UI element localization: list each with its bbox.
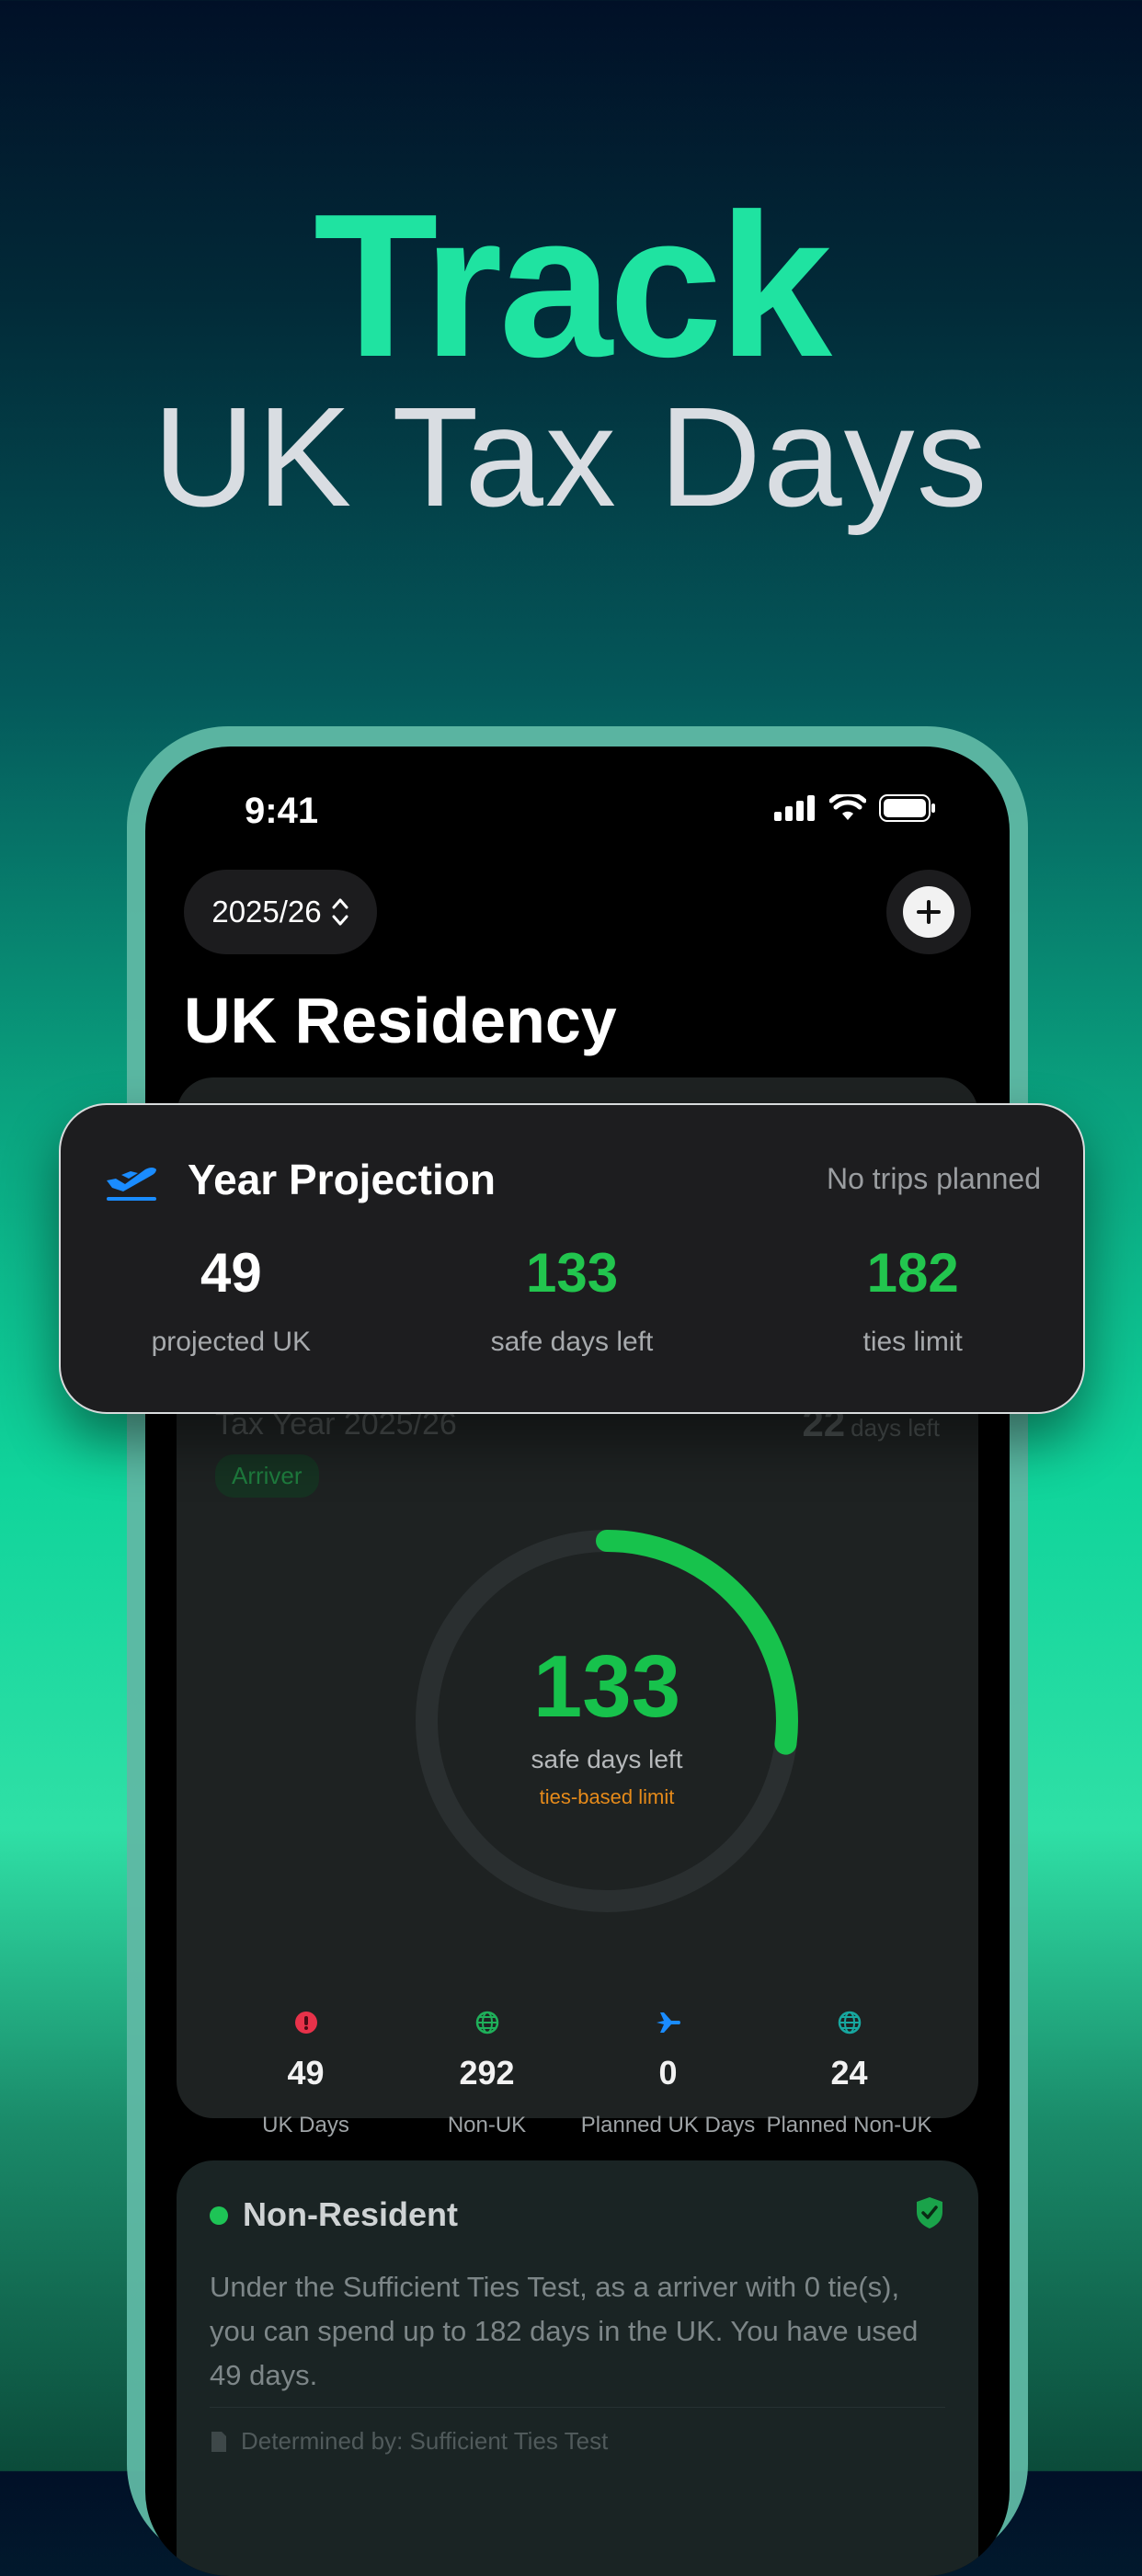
projection-stats: 49 projected UK 133 safe days left 182 t… xyxy=(61,1241,1083,1358)
stat-uk-days: 49 UK Days xyxy=(215,2006,396,2138)
battery-icon xyxy=(879,794,935,822)
projection-value: 49 xyxy=(200,1242,262,1304)
wifi-icon xyxy=(829,794,866,820)
projection-value: 133 xyxy=(525,1242,619,1304)
plus-icon xyxy=(917,900,941,924)
chevron-up-down-icon xyxy=(332,898,348,926)
status-footer: Determined by: Sufficient Ties Test xyxy=(210,2427,608,2456)
projection-col-ties-limit: 182 ties limit xyxy=(742,1241,1083,1358)
stats-row: 49 UK Days 292 Non-UK 0 Planned UK Days … xyxy=(215,2006,1002,2138)
stat-value: 24 xyxy=(830,2054,868,2092)
projection-col-projected-uk: 49 projected UK xyxy=(61,1241,402,1358)
headline-subtitle: UK Tax Days xyxy=(153,378,989,536)
stat-value: 0 xyxy=(658,2054,678,2092)
status-dot xyxy=(210,2206,228,2225)
plane-icon xyxy=(656,2012,680,2033)
stat-non-uk: 292 Non-UK xyxy=(396,2006,577,2138)
projection-label: safe days left xyxy=(490,1327,654,1357)
stat-label: UK Days xyxy=(262,2113,349,2137)
signal-icon xyxy=(774,795,815,821)
status-footer-text: Determined by: Sufficient Ties Test xyxy=(241,2427,609,2455)
projection-value: 182 xyxy=(866,1242,959,1304)
divider xyxy=(210,2407,945,2408)
stat-planned-uk: 0 Planned UK Days xyxy=(577,2006,759,2138)
stat-label: Planned Non-UK xyxy=(766,2113,932,2137)
ties-limit-note: ties-based limit xyxy=(539,1785,675,1808)
days-left-label: days left xyxy=(851,1414,940,1442)
year-projection-card[interactable]: Year Projection No trips planned 49 proj… xyxy=(59,1103,1085,1414)
stat-label: Planned UK Days xyxy=(580,2113,756,2137)
safe-days-ring: 133 safe days left ties-based limit xyxy=(414,1528,800,1914)
phone-screen: 9:41 2025/26 UK Residency Tax Year 2025/… xyxy=(145,747,1010,2576)
status-badge: Arriver xyxy=(215,1454,319,1498)
stat-value: 292 xyxy=(459,2054,515,2092)
projection-note: No trips planned xyxy=(826,1162,1041,1195)
page-title: UK Residency xyxy=(184,985,617,1056)
add-button[interactable] xyxy=(886,870,971,954)
shield-check-icon xyxy=(914,2195,945,2235)
status-time: 9:41 xyxy=(245,791,319,831)
status-title: Non-Resident xyxy=(243,2195,458,2233)
safe-days-value: 133 xyxy=(532,1637,681,1736)
projection-label: projected UK xyxy=(151,1327,312,1357)
document-icon xyxy=(211,2431,226,2452)
status-description: Under the Sufficient Ties Test, as a arr… xyxy=(210,2271,919,2391)
headline-title: Track xyxy=(313,172,832,400)
stat-label: Non-UK xyxy=(447,2113,527,2137)
tax-year-value: 2025/26 xyxy=(211,895,322,929)
projection-col-safe-days: 133 safe days left xyxy=(402,1241,743,1358)
projection-title: Year Projection xyxy=(188,1156,496,1203)
tax-year-selector[interactable]: 2025/26 xyxy=(184,870,377,954)
plane-departure-icon xyxy=(103,1158,160,1207)
safe-days-label: safe days left xyxy=(531,1745,683,1773)
residency-status-card[interactable]: Non-Resident Under the Sufficient Ties T… xyxy=(177,2160,978,2576)
stat-planned-non-uk: 24 Planned Non-UK xyxy=(759,2006,940,2138)
stat-value: 49 xyxy=(287,2054,325,2092)
globe-icon xyxy=(475,2011,498,2035)
status-icons xyxy=(774,794,936,822)
globe-icon xyxy=(838,2011,861,2035)
projection-label: ties limit xyxy=(862,1327,963,1357)
red-pin-icon xyxy=(294,2012,317,2034)
